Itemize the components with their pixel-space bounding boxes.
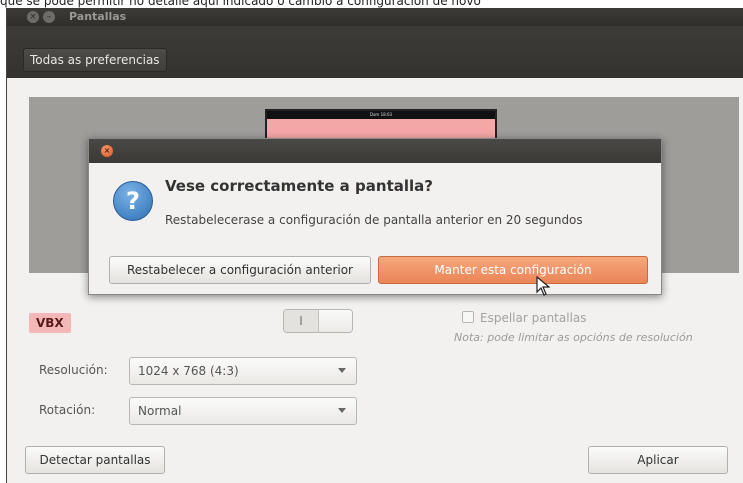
resolution-note: Nota: pode limitar as opcións de resoluc… [454,331,693,344]
rotation-select[interactable]: Normal [129,397,357,425]
resolution-label: Resolución: [39,363,108,377]
minimize-icon[interactable]: – [43,11,55,23]
keep-configuration-button[interactable]: Manter esta configuración [378,256,648,284]
resolution-value: 1024 x 768 (4:3) [138,364,239,378]
display-onoff-switch[interactable]: I [283,309,353,333]
question-icon: ? [113,181,153,221]
monitor-top-bar: Dom 18:03 [267,111,495,119]
switch-on-label: I [284,310,319,332]
revert-configuration-button[interactable]: Restabelecer a configuración anterior [109,256,371,284]
mirror-checkbox[interactable] [462,311,474,323]
close-icon[interactable]: × [27,11,39,23]
mirror-displays-option[interactable]: Espellar pantallas [462,311,587,325]
close-icon[interactable]: × [101,145,113,157]
toolbar: Todas as preferencias [7,26,743,78]
confirm-display-dialog: × ? Vese correctamente a pantalla? Resta… [88,138,662,295]
window-titlebar: × – Pantallas [7,8,743,26]
dialog-message: Restabelecerase a configuración de panta… [165,213,583,227]
mouse-pointer-icon [536,276,550,296]
dialog-titlebar: × [89,139,661,163]
mirror-label: Espellar pantallas [480,311,587,325]
rotation-label: Rotación: [39,403,96,417]
apply-button[interactable]: Aplicar [588,446,728,474]
detect-displays-button[interactable]: Detectar pantallas [25,446,165,474]
dialog-title: Vese correctamente a pantalla? [165,177,433,195]
dropdown-arrow-icon [338,408,346,413]
display-name-label: VBX [29,313,71,333]
all-preferences-button[interactable]: Todas as preferencias [23,48,167,72]
dropdown-arrow-icon [338,368,346,373]
top-caption: que se pode permitir no detalle aquí ind… [0,0,481,8]
switch-handle[interactable] [319,310,352,332]
rotation-value: Normal [138,404,182,418]
window-title: Pantallas [69,10,127,23]
resolution-select[interactable]: 1024 x 768 (4:3) [129,357,357,385]
